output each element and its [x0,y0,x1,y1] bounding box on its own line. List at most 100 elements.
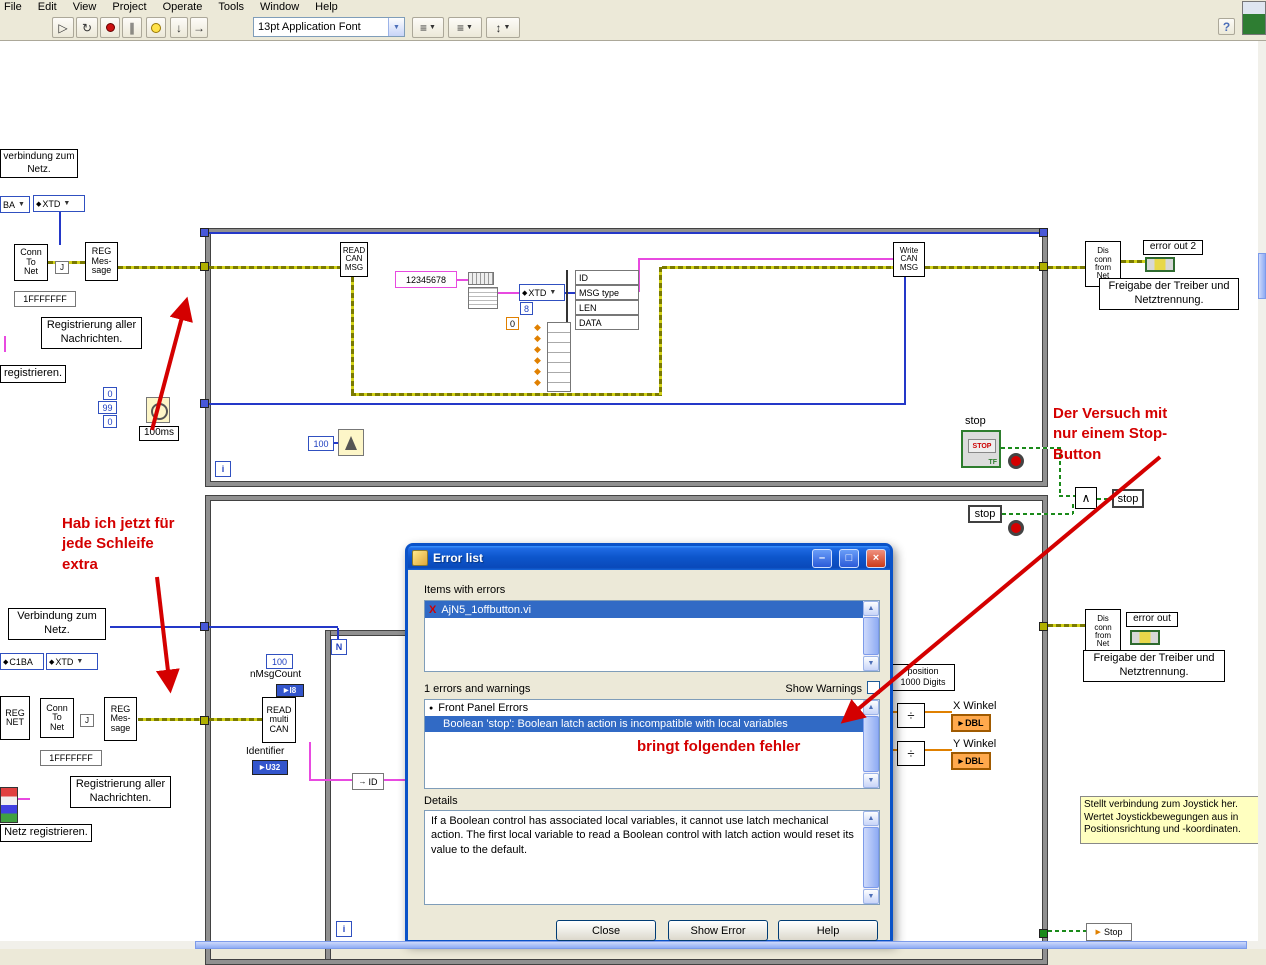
menu-file[interactable]: File [4,1,22,13]
scroll-thumb[interactable] [863,827,879,888]
for-loop-left-border[interactable] [325,630,331,960]
string-constant-12345678[interactable]: 12345678 [395,271,457,288]
scroll-down-icon[interactable]: ▼ [863,656,879,671]
stop-local-variable[interactable]: stop [968,505,1002,523]
show-error-button[interactable]: Show Error [668,920,768,941]
scroll-up-icon[interactable]: ▲ [863,700,879,715]
loop-count-terminal[interactable]: N [331,639,347,655]
font-selector[interactable]: 13pt Application Font ▼ [253,17,405,37]
numeric-constant-8[interactable]: 8 [520,302,533,315]
dropdown-icon[interactable]: ▼ [388,18,404,36]
disconnect-from-net-node-2[interactable]: Dis conn from Net [1085,609,1121,655]
scroll-thumb[interactable] [863,617,879,655]
pause-button[interactable]: ∥ [122,17,142,38]
ring-constant-xtd-2[interactable]: ◆ XTD ▼ [519,284,565,301]
scroll-down-icon[interactable]: ▼ [863,773,879,788]
menu-project[interactable]: Project [112,1,146,13]
context-help-button[interactable]: ? [1218,18,1235,35]
close-button[interactable]: Close [556,920,656,941]
j-terminal-1[interactable]: J [55,261,69,274]
list-item-selected-error[interactable]: Boolean 'stop': Boolean latch action is … [425,716,864,732]
abort-button[interactable] [100,17,120,38]
u32-constant[interactable]: ▶ U32 [252,760,288,775]
menu-operate[interactable]: Operate [163,1,203,13]
stop-boolean-bottom[interactable]: ▶ Stop [1086,923,1132,941]
menu-edit[interactable]: Edit [38,1,57,13]
menu-view[interactable]: View [73,1,97,13]
error-cluster-icon[interactable] [1130,630,1160,645]
joystick-vi-icon[interactable] [0,787,18,823]
in-range-coerce-icon[interactable] [146,397,170,423]
details-scrollbar[interactable]: ▲ ▼ [863,811,879,904]
round-led-indicator[interactable] [1008,453,1024,469]
step-over-button[interactable]: → [190,17,208,38]
array-build-icon[interactable] [468,287,498,309]
numeric-constant-0[interactable]: 0 [103,387,117,400]
error-cluster-icon[interactable] [1145,257,1175,272]
show-warnings-checkbox[interactable] [867,681,880,694]
ring-constant-xtd-1[interactable]: ◆ XTD ▼ [33,195,85,212]
typecast-icon[interactable] [468,272,494,285]
maximize-button[interactable]: □ [839,548,859,568]
dialog-titlebar[interactable]: Error list – □ × [408,546,890,570]
cluster-field-id[interactable]: ID [575,270,639,285]
menu-tools[interactable]: Tools [218,1,244,13]
horizontal-scrollbar[interactable] [0,941,1266,949]
menu-help[interactable]: Help [315,1,338,13]
conn-to-net-node-1[interactable]: Conn To Net [14,244,48,281]
distribute-objects-button[interactable]: ≡ ▼ [448,17,482,38]
read-can-msg-node[interactable]: READ CAN MSG [340,242,368,277]
divide-node[interactable]: ÷ [897,741,925,766]
j-terminal-2[interactable]: J [80,714,94,727]
iteration-terminal-2[interactable]: i [336,921,352,937]
list-item[interactable]: ● Front Panel Errors [425,700,864,716]
write-can-msg-node[interactable]: Write CAN MSG [893,242,925,277]
conn-to-net-node-2[interactable]: Conn To Net [40,698,74,738]
vertical-scroll-thumb[interactable] [1258,253,1266,299]
hex-constant-2[interactable]: 1FFFFFFF [40,750,102,766]
menu-window[interactable]: Window [260,1,299,13]
reg-message-node-1[interactable]: REG Mes- sage [85,242,118,281]
cluster-field-msg-type[interactable]: MSG type [575,285,639,300]
numeric-constant-99[interactable]: 99 [98,401,117,414]
ring-constant-xtd-3[interactable]: ◆ XTD ▼ [46,653,98,670]
iteration-terminal-1[interactable]: i [215,461,231,477]
y-winkel-indicator[interactable]: ▶ DBL [951,752,991,770]
round-led-indicator[interactable] [1008,520,1024,536]
reorder-button[interactable]: ↕ ▼ [486,17,520,38]
error-items-list[interactable]: X AjN5_1offbutton.vi ▲ ▼ [424,600,880,672]
ring-constant-ba[interactable]: BA ▼ [0,196,30,213]
id-unbundle-field[interactable]: → ID [352,773,384,790]
divide-node[interactable]: ÷ [897,703,925,728]
cluster-field-len[interactable]: LEN [575,300,639,315]
vertical-scrollbar[interactable] [1258,41,1266,941]
stop-indicator[interactable]: stop [1112,489,1144,508]
step-into-button[interactable]: ↓ [170,17,188,38]
wait-next-ms-multiple-icon[interactable] [338,429,364,456]
cluster-array-icon[interactable] [547,322,571,392]
list-item[interactable]: X AjN5_1offbutton.vi [425,601,864,618]
reg-net-node[interactable]: REG NET [0,696,30,740]
list-scrollbar[interactable]: ▲ ▼ [863,601,879,671]
numeric-constant-100-count[interactable]: 100 [266,654,293,669]
minimize-button[interactable]: – [812,548,832,568]
or-gate-node[interactable]: ∧ [1075,487,1097,509]
horizontal-scroll-thumb[interactable] [195,941,1247,949]
run-button[interactable]: ▷ [52,17,74,38]
stop-button-terminal[interactable]: STOP TF [961,430,1001,468]
highlight-execution-button[interactable] [146,17,166,38]
ring-constant-c1ba[interactable]: ◆ C1BA [0,653,44,670]
scroll-up-icon[interactable]: ▲ [863,811,879,826]
details-box[interactable]: If a Boolean control has associated loca… [424,810,880,905]
x-winkel-indicator[interactable]: ▶ DBL [951,714,991,732]
align-objects-button[interactable]: ≡ ▼ [412,17,444,38]
numeric-constant-0-orange[interactable]: 0 [506,317,519,330]
cluster-field-data[interactable]: DATA [575,315,639,330]
reg-message-node-2[interactable]: REG Mes- sage [104,697,137,741]
numeric-constant-100[interactable]: 100 [308,436,334,451]
scroll-down-icon[interactable]: ▼ [863,889,879,904]
hex-constant-1[interactable]: 1FFFFFFF [14,291,76,307]
numeric-constant-0[interactable]: 0 [103,415,117,428]
help-button[interactable]: Help [778,920,878,941]
close-window-button[interactable]: × [866,548,886,568]
